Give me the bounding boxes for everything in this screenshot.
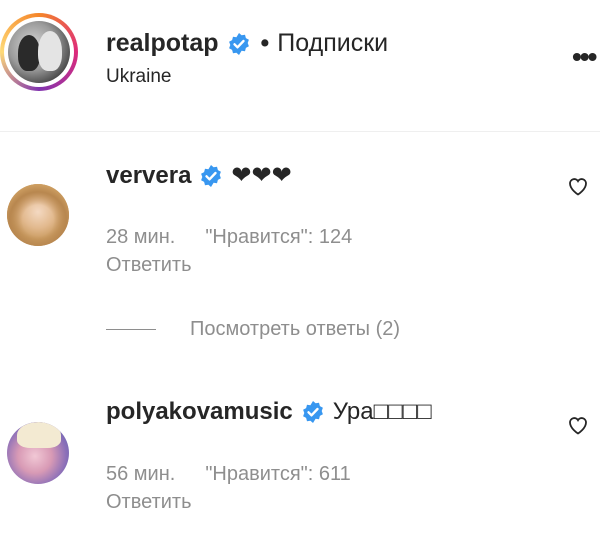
- reply-button[interactable]: Ответить: [106, 254, 192, 277]
- avatar[interactable]: [8, 21, 70, 83]
- view-replies-button[interactable]: Посмотреть ответы (2): [106, 318, 400, 341]
- follow-button[interactable]: Подписки: [277, 29, 388, 58]
- post-location[interactable]: Ukraine: [106, 66, 171, 88]
- view-replies-label: Посмотреть ответы (2): [190, 318, 401, 340]
- comment-username[interactable]: ververa: [106, 162, 191, 190]
- post-author: realpotap • Подписки: [106, 29, 388, 58]
- comment-likes[interactable]: "Нравится": 124: [205, 226, 352, 248]
- avatar[interactable]: [7, 422, 69, 484]
- post-header: realpotap • Подписки Ukraine •••: [0, 0, 600, 132]
- comment-meta: 28 мин. "Нравится": 124: [106, 226, 352, 249]
- comment-time[interactable]: 56 мин.: [106, 463, 175, 485]
- heart-outline-icon[interactable]: [566, 174, 590, 198]
- view-replies-line: [106, 329, 156, 330]
- comment-body: ❤❤❤: [231, 162, 292, 189]
- comment-username[interactable]: polyakovamusic: [106, 398, 293, 426]
- comment-text: ververa ❤❤❤: [106, 161, 292, 190]
- more-options-icon[interactable]: •••: [572, 43, 598, 71]
- verified-badge-icon: [301, 400, 325, 424]
- post-author-username[interactable]: realpotap: [106, 29, 219, 58]
- comment-body: Ура□□□□: [332, 398, 432, 425]
- separator-dot: •: [260, 29, 270, 57]
- avatar[interactable]: [7, 184, 69, 246]
- comment-text: polyakovamusic Ура□□□□: [106, 398, 432, 426]
- comment-likes[interactable]: "Нравится": 611: [205, 463, 350, 485]
- verified-badge-icon: [199, 164, 223, 188]
- reply-button[interactable]: Ответить: [106, 491, 192, 514]
- comment-time[interactable]: 28 мин.: [106, 226, 175, 248]
- comment-meta: 56 мин. "Нравится": 611: [106, 463, 351, 486]
- story-ring[interactable]: [0, 13, 78, 91]
- verified-badge-icon: [227, 32, 251, 56]
- heart-outline-icon[interactable]: [566, 413, 590, 437]
